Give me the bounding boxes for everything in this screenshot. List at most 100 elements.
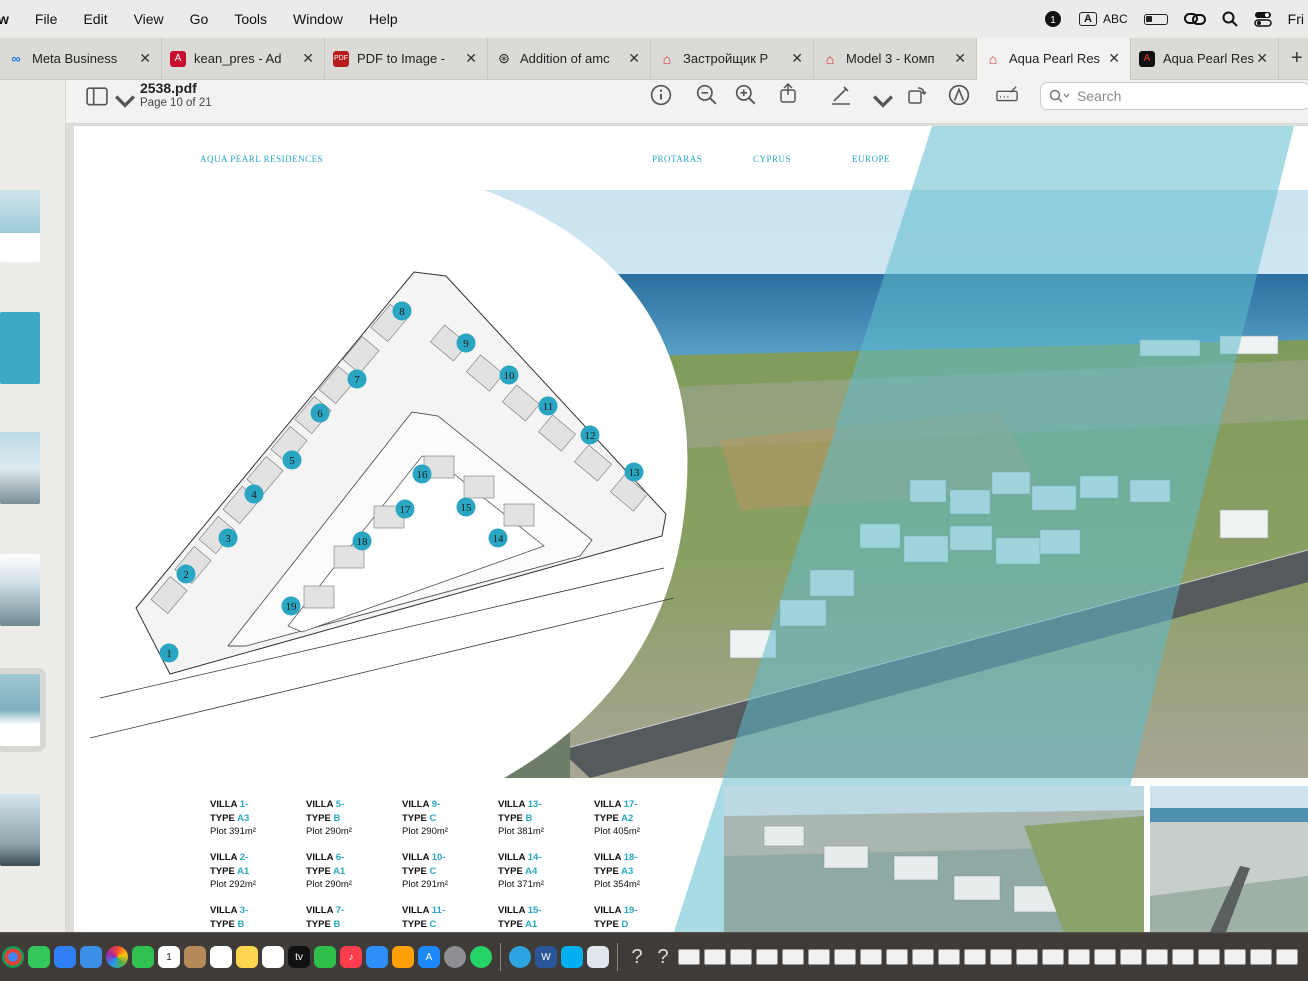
tab-aqua-pearl-active[interactable]: ⌂ Aqua Pearl Res ✕ [977,37,1131,80]
telegram-icon[interactable] [509,946,531,968]
tab-zastroyshchik[interactable]: ⌂ Застройщик Р ✕ [651,37,814,80]
search-icon[interactable] [1222,11,1238,27]
close-icon[interactable]: ✕ [302,50,314,67]
page-thumbnail[interactable] [0,190,40,262]
menu-tools[interactable]: Tools [234,11,267,27]
keyboard-badge[interactable]: A [1079,12,1097,26]
tab-addition-of-amc[interactable]: ⊛ Addition of amc ✕ [488,37,651,80]
menu-window[interactable]: Window [293,11,343,27]
minimized-window[interactable] [1172,949,1194,965]
clock-label[interactable]: Fri [1288,11,1304,27]
help-icon[interactable]: ? [652,946,674,968]
page-thumbnail[interactable] [0,432,40,504]
zoom-in-icon[interactable] [735,84,757,106]
close-icon[interactable]: ✕ [954,50,966,67]
close-icon[interactable]: ✕ [1256,50,1268,67]
keynote-icon[interactable] [366,946,388,968]
minimized-window[interactable] [834,949,856,965]
finder-icon[interactable] [80,946,102,968]
notes-icon[interactable] [236,946,258,968]
share-icon[interactable] [777,82,799,104]
settings-icon[interactable] [444,946,466,968]
notification-icon[interactable]: 1 [1043,9,1063,29]
facetime-icon[interactable] [132,946,154,968]
input-source-label[interactable]: ABC [1103,12,1128,26]
minimized-window[interactable] [860,949,882,965]
page-thumbnail-selected[interactable] [0,668,46,752]
rotate-icon[interactable] [906,84,928,106]
minimized-window[interactable] [1146,949,1168,965]
minimized-window[interactable] [912,949,934,965]
minimized-window[interactable] [1016,949,1038,965]
tab-kean-pres[interactable]: A kean_pres - Ad ✕ [162,37,325,80]
chrome-icon[interactable] [2,946,24,968]
numbers-icon[interactable] [314,946,336,968]
chevron-down-icon[interactable] [114,90,136,112]
close-icon[interactable]: ✕ [1108,50,1120,67]
messages-icon[interactable] [28,946,50,968]
new-tab-button[interactable]: + [1291,47,1303,70]
control-center-icon[interactable] [1253,11,1272,27]
tab-aqua-pearl-pdf[interactable]: A Aqua Pearl Res ✕ [1131,37,1279,80]
close-icon[interactable]: ✕ [465,50,477,67]
minimized-window[interactable] [1120,949,1142,965]
minimized-window[interactable] [730,949,752,965]
menu-view[interactable]: View [134,11,164,27]
preview-icon[interactable] [587,946,609,968]
appstore-icon[interactable]: A [418,946,440,968]
close-icon[interactable]: ✕ [791,50,803,67]
minimized-window[interactable] [756,949,778,965]
link-icon[interactable] [1183,11,1206,27]
page-thumbnail[interactable] [0,554,40,626]
minimized-window[interactable] [678,949,700,965]
skype-icon[interactable] [561,946,583,968]
calendar-icon[interactable]: 1 [158,946,180,968]
menu-edit[interactable]: Edit [83,11,107,27]
freeform-icon[interactable] [262,946,284,968]
markup-pen-icon[interactable] [830,84,852,106]
minimized-window[interactable] [886,949,908,965]
minimized-window[interactable] [1094,949,1116,965]
annotate-icon[interactable] [948,84,970,106]
menu-file[interactable]: File [35,11,58,27]
whatsapp-icon[interactable] [470,946,492,968]
info-icon[interactable] [650,84,672,106]
reminders-icon[interactable] [210,946,232,968]
close-icon[interactable]: ✕ [139,50,151,67]
tab-model-3[interactable]: ⌂ Model 3 - Комп ✕ [814,37,977,80]
form-fill-icon[interactable] [996,84,1018,106]
help-icon[interactable]: ? [626,946,648,968]
photos-icon[interactable] [106,946,128,968]
minimized-window[interactable] [1276,949,1298,965]
contacts-icon[interactable] [184,946,206,968]
word-icon[interactable]: W [535,946,557,968]
search-field[interactable]: Search [1040,82,1308,110]
minimized-window[interactable] [704,949,726,965]
tab-pdf-to-image[interactable]: PDF PDF to Image - ✕ [325,37,488,80]
chevron-down-icon[interactable] [872,90,894,112]
pages-icon[interactable] [392,946,414,968]
minimized-window[interactable] [964,949,986,965]
mail-icon[interactable] [54,946,76,968]
minimized-window[interactable] [938,949,960,965]
zoom-out-icon[interactable] [696,84,718,106]
menu-go[interactable]: Go [190,11,209,27]
minimized-window[interactable] [990,949,1012,965]
tab-meta-business[interactable]: ∞ Meta Business ✕ [0,37,162,80]
page-thumbnail[interactable] [0,312,40,384]
music-icon[interactable]: ♪ [340,946,362,968]
menu-app-name[interactable]: w [0,11,9,27]
minimized-window[interactable] [808,949,830,965]
sidebar-toggle-icon[interactable] [86,86,108,108]
page-thumbnail[interactable] [0,794,40,866]
battery-icon[interactable] [1143,13,1168,25]
minimized-window[interactable] [1250,949,1272,965]
minimized-window[interactable] [1068,949,1090,965]
minimized-window[interactable] [1042,949,1064,965]
minimized-window[interactable] [782,949,804,965]
minimized-window[interactable] [1224,949,1246,965]
close-icon[interactable]: ✕ [628,50,640,67]
minimized-window[interactable] [1198,949,1220,965]
document-viewport[interactable]: 1 2 3 4 5 6 7 8 9 10 11 12 13 14 15 16 17 18 19 AQUA PEARL… [66,124,1308,932]
appletv-icon[interactable]: tv [288,946,310,968]
